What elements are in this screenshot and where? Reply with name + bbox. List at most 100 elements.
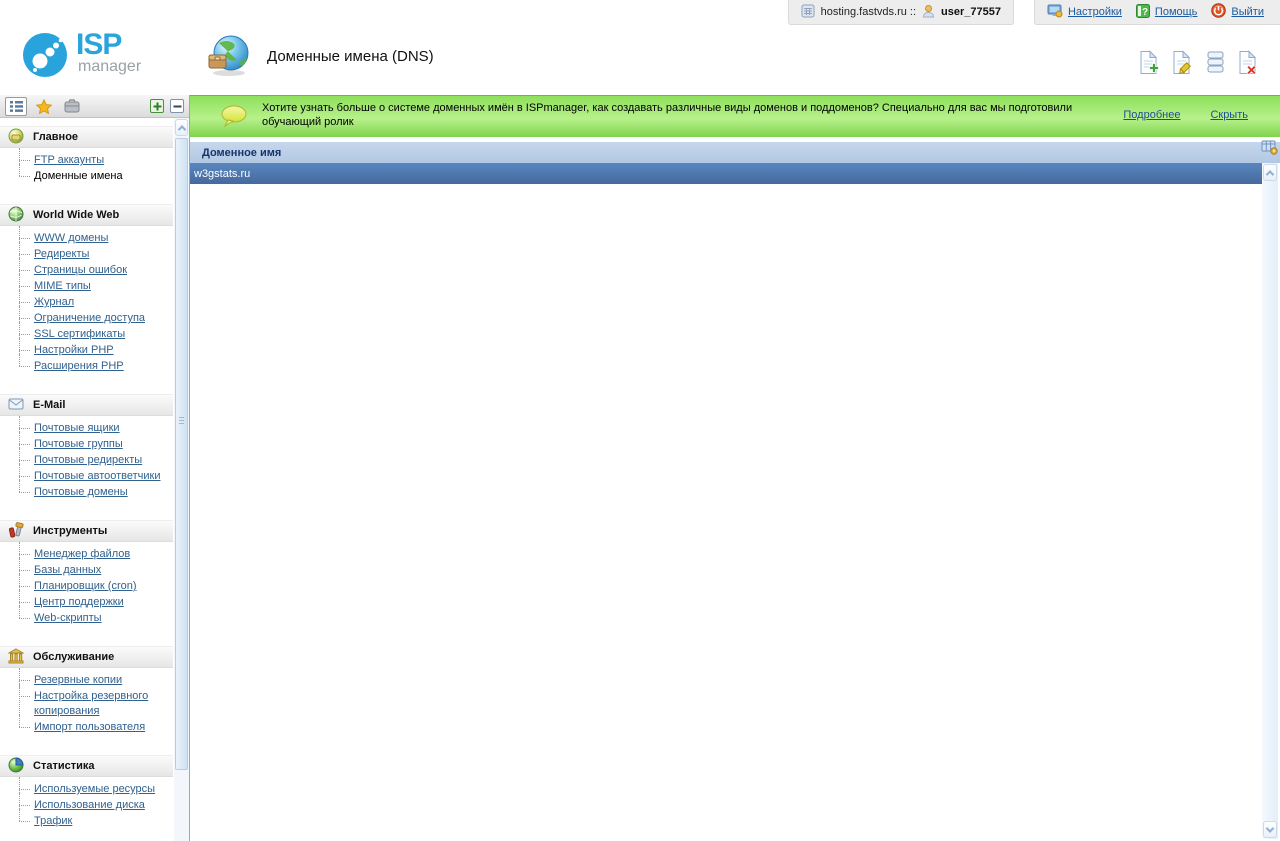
main-toolbar bbox=[1137, 50, 1260, 76]
sidebar-item-support-center[interactable]: Центр поддержки bbox=[0, 590, 173, 610]
section-title: Главное bbox=[33, 131, 79, 143]
section-title: World Wide Web bbox=[33, 209, 120, 221]
sidebar-item-domain-names[interactable]: Доменные имена bbox=[0, 164, 173, 184]
sidebar-item-mail-domains[interactable]: Почтовые домены bbox=[0, 480, 173, 500]
hostname-label: hosting.fastvds.ru :: bbox=[820, 6, 917, 18]
sidebar-section-header-tools[interactable]: Инструменты bbox=[0, 520, 173, 542]
banner-hide-link[interactable]: Скрыть bbox=[1210, 109, 1248, 121]
sidebar-item-access-restriction[interactable]: Ограничение доступа bbox=[0, 306, 173, 326]
sidebar-item-disk-usage[interactable]: Использование диска bbox=[0, 793, 173, 813]
archive-case-icon[interactable] bbox=[61, 97, 83, 116]
tools-icon bbox=[8, 521, 24, 541]
section-title: Статистика bbox=[33, 760, 95, 772]
sidebar-section-www: World Wide Web WWW домены Редиректы Стра… bbox=[0, 204, 173, 386]
sidebar-menu: Главное FTP аккаунты Доменные имена Worl… bbox=[0, 118, 173, 841]
sidebar-item-error-pages[interactable]: Страницы ошибок bbox=[0, 258, 173, 278]
sidebar-item-mail-redirects[interactable]: Почтовые редиректы bbox=[0, 448, 173, 468]
main-content: Хотите узнать больше о системе доменных … bbox=[190, 95, 1280, 841]
sidebar-item-traffic[interactable]: Трафик bbox=[0, 809, 173, 829]
sidebar-item-backups[interactable]: Резервные копии bbox=[0, 668, 173, 688]
section-title: Инструменты bbox=[33, 525, 108, 537]
sidebar-section-email: E-Mail Почтовые ящики Почтовые группы По… bbox=[0, 394, 173, 512]
topbar-links-panel: Настройки ? Помощь Выйти bbox=[1033, 0, 1280, 25]
sidebar-section-tools: Инструменты Менеджер файлов Базы данных … bbox=[0, 520, 173, 638]
main-scroll-down-button[interactable] bbox=[1263, 821, 1277, 838]
document-edit-icon[interactable] bbox=[1170, 50, 1194, 76]
logo-brand-text: ISP bbox=[76, 28, 122, 61]
info-banner: Хотите узнать больше о системе доменных … bbox=[190, 95, 1280, 137]
page-header: Доменные имена (DNS) bbox=[205, 33, 434, 80]
sidebar-section-header-www[interactable]: World Wide Web bbox=[0, 204, 173, 226]
column-header-domain-name[interactable]: Доменное имя bbox=[190, 147, 281, 159]
help-icon: ? bbox=[1135, 3, 1150, 21]
collapse-all-button[interactable] bbox=[170, 99, 184, 113]
sidebar-tabbar bbox=[0, 95, 189, 118]
sidebar-item-redirects[interactable]: Редиректы bbox=[0, 242, 173, 262]
table-row-domain[interactable]: w3gstats.ru bbox=[190, 163, 1262, 184]
document-stack-icon[interactable] bbox=[1203, 50, 1227, 76]
username-label: user_77557 bbox=[941, 6, 1001, 18]
speech-bubble-icon bbox=[220, 105, 248, 132]
sidebar-section-header-main[interactable]: Главное bbox=[0, 126, 173, 148]
envelope-icon bbox=[8, 397, 24, 414]
sidebar-item-file-manager[interactable]: Менеджер файлов bbox=[0, 542, 173, 562]
page-title: Доменные имена (DNS) bbox=[267, 48, 434, 65]
sidebar-item-cron-scheduler[interactable]: Планировщик (cron) bbox=[0, 574, 173, 594]
sidebar-item-used-resources[interactable]: Используемые ресурсы bbox=[0, 777, 173, 797]
sidebar-item-ftp-accounts[interactable]: FTP аккаунты bbox=[0, 148, 173, 168]
sidebar-section-header-email[interactable]: E-Mail bbox=[0, 394, 173, 416]
logout-power-icon bbox=[1211, 3, 1227, 21]
sidebar: Главное FTP аккаунты Доменные имена Worl… bbox=[0, 95, 190, 841]
list-view-icon[interactable] bbox=[5, 96, 27, 116]
main-scrollbar bbox=[1262, 163, 1278, 839]
sidebar-item-ssl-certificates[interactable]: SSL сертификаты bbox=[0, 322, 173, 342]
ispmanager-app: hosting.fastvds.ru :: user_77557 Настрой… bbox=[0, 0, 1280, 841]
sidebar-item-web-scripts[interactable]: Web-скрипты bbox=[0, 606, 173, 626]
document-add-icon[interactable] bbox=[1137, 50, 1161, 76]
sidebar-item-php-extensions[interactable]: Расширения PHP bbox=[0, 354, 173, 374]
sidebar-item-mailboxes[interactable]: Почтовые ящики bbox=[0, 416, 173, 436]
sidebar-item-mail-autoresponders[interactable]: Почтовые автоответчики bbox=[0, 464, 173, 484]
banner-message: Хотите узнать больше о системе доменных … bbox=[262, 102, 1073, 128]
logo-sub-text: manager bbox=[78, 58, 142, 75]
sphere-icon bbox=[8, 128, 24, 147]
sidebar-section-header-statistics[interactable]: Статистика bbox=[0, 755, 173, 777]
sidebar-scroll-up-button[interactable] bbox=[175, 119, 188, 136]
main-scroll-up-button[interactable] bbox=[1263, 164, 1277, 181]
table-header-row: Доменное имя bbox=[190, 142, 1280, 163]
section-title: E-Mail bbox=[33, 399, 66, 411]
user-icon bbox=[922, 4, 935, 21]
sidebar-item-journal[interactable]: Журнал bbox=[0, 290, 173, 310]
pie-chart-icon bbox=[8, 756, 24, 776]
banner-more-link[interactable]: Подробнее bbox=[1123, 109, 1180, 121]
topbar-host-panel: hosting.fastvds.ru :: user_77557 bbox=[787, 0, 1014, 25]
sidebar-section-header-maintenance[interactable]: Обслуживание bbox=[0, 646, 173, 668]
sidebar-item-user-import[interactable]: Импорт пользователя bbox=[0, 715, 173, 735]
globe-icon bbox=[8, 206, 24, 225]
document-delete-icon[interactable] bbox=[1236, 50, 1260, 76]
sidebar-section-main: Главное FTP аккаунты Доменные имена bbox=[0, 126, 173, 196]
sidebar-item-php-settings[interactable]: Настройки PHP bbox=[0, 338, 173, 358]
sidebar-item-mail-groups[interactable]: Почтовые группы bbox=[0, 432, 173, 452]
sidebar-scrollbar bbox=[174, 118, 189, 841]
expand-all-button[interactable] bbox=[150, 99, 164, 113]
settings-monitor-icon bbox=[1047, 4, 1063, 21]
bank-icon bbox=[7, 647, 25, 667]
topbar: hosting.fastvds.ru :: user_77557 Настрой… bbox=[0, 0, 1280, 30]
logo-mark-icon bbox=[22, 32, 68, 81]
favorites-star-icon[interactable] bbox=[33, 97, 55, 116]
ispmanager-logo: ISP manager bbox=[22, 28, 142, 81]
sidebar-item-databases[interactable]: Базы данных bbox=[0, 558, 173, 578]
logout-link[interactable]: Выйти bbox=[1231, 6, 1264, 18]
domain-name-cell: w3gstats.ru bbox=[194, 167, 251, 180]
sidebar-scroll-thumb[interactable] bbox=[175, 138, 188, 770]
server-icon bbox=[801, 4, 815, 21]
dns-globe-icon bbox=[205, 33, 251, 80]
help-link[interactable]: Помощь bbox=[1155, 6, 1198, 18]
table-settings-icon[interactable] bbox=[1261, 139, 1278, 158]
sidebar-section-statistics: Статистика Используемые ресурсы Использо… bbox=[0, 755, 173, 841]
sidebar-item-www-domains[interactable]: WWW домены bbox=[0, 226, 173, 246]
settings-link[interactable]: Настройки bbox=[1068, 6, 1122, 18]
sidebar-item-backup-settings[interactable]: Настройка резервного копирования bbox=[0, 684, 173, 719]
sidebar-item-mime-types[interactable]: MIME типы bbox=[0, 274, 173, 294]
